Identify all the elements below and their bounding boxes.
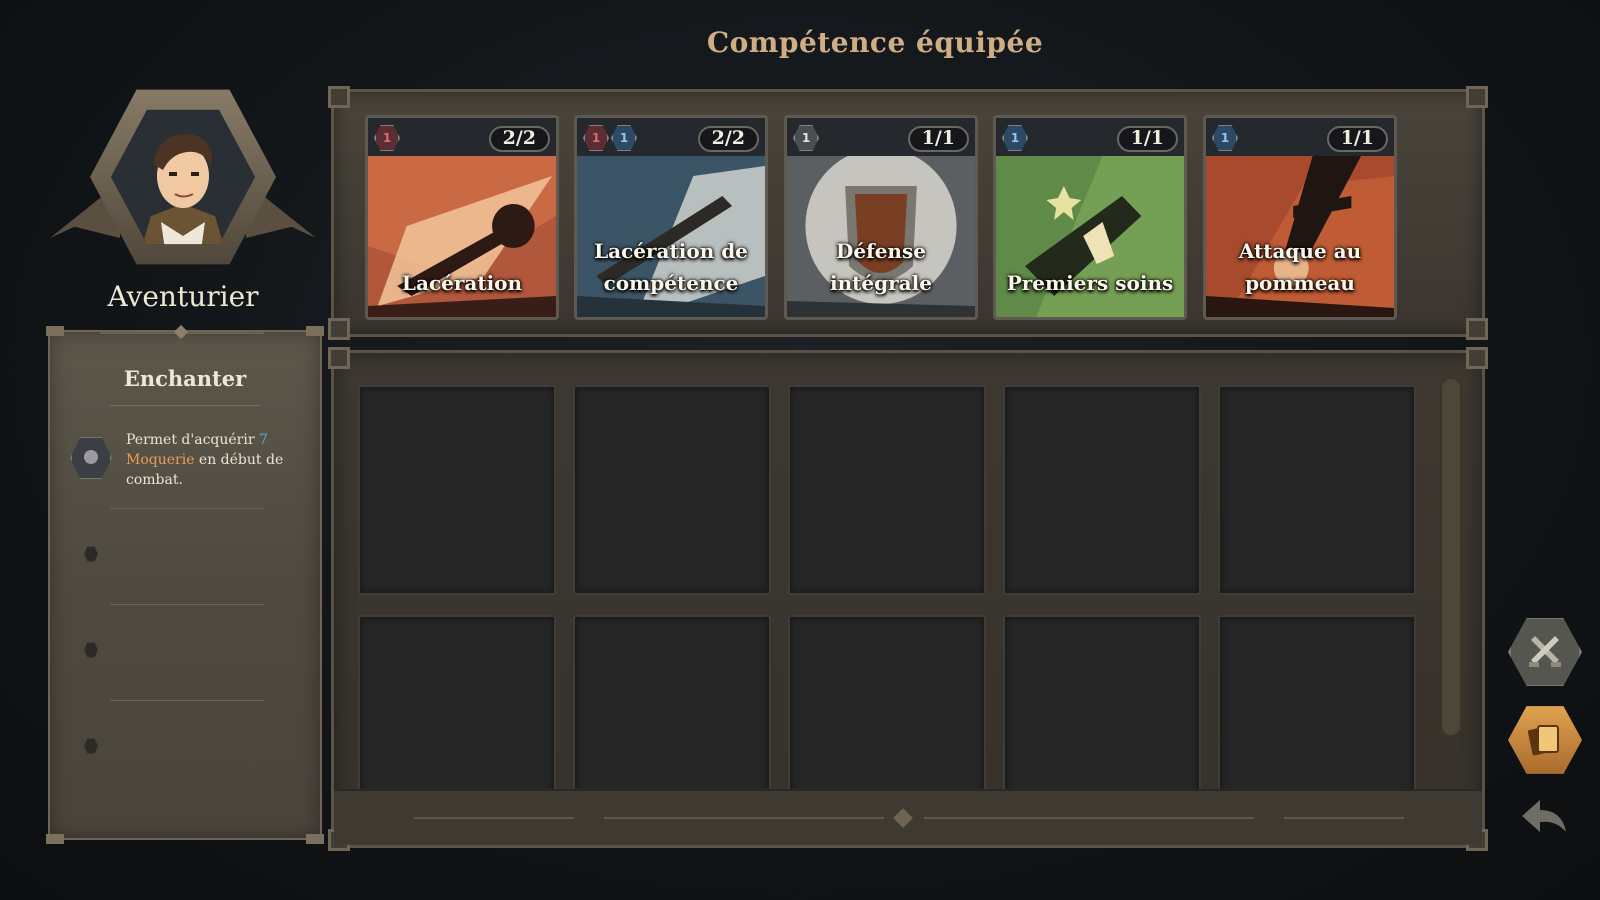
empty-card-slot[interactable] bbox=[788, 385, 986, 595]
character-portrait bbox=[48, 82, 318, 277]
mask-icon[interactable] bbox=[70, 436, 112, 480]
character-name: Aventurier bbox=[107, 280, 259, 313]
card-count: 2/2 bbox=[697, 126, 759, 152]
equipped-skills-panel: 1 2/2 Lacération 1 1 2/2 Lacération de c… bbox=[328, 86, 1488, 340]
skill-card[interactable]: 1 1 2/2 Lacération de compétence bbox=[574, 115, 768, 320]
divider bbox=[1284, 817, 1404, 819]
divider bbox=[604, 817, 884, 819]
empty-trait-slot[interactable] bbox=[84, 642, 98, 658]
card-count: 1/1 bbox=[907, 126, 969, 152]
back-arrow-icon bbox=[1522, 800, 1566, 832]
panel-corner bbox=[306, 326, 324, 336]
divider bbox=[110, 700, 264, 701]
card-deck-button[interactable] bbox=[1508, 706, 1582, 774]
skill-card[interactable]: 1 2/2 Lacération bbox=[365, 115, 559, 320]
panel-corner bbox=[1466, 318, 1488, 340]
trait-title: Enchanter bbox=[123, 366, 247, 391]
skill-card[interactable]: 1 1/1 Premiers soins bbox=[993, 115, 1187, 320]
trait-count: 7 bbox=[258, 432, 268, 448]
divider bbox=[110, 508, 264, 509]
panel-corner bbox=[46, 326, 64, 336]
panel-corner bbox=[328, 347, 350, 369]
trait-text-before: Permet d'acquérir bbox=[126, 432, 259, 448]
card-name: Attaque au pommeau bbox=[1238, 239, 1362, 295]
inventory-scrollbar[interactable] bbox=[1440, 377, 1462, 737]
divider bbox=[414, 817, 574, 819]
panel-corner bbox=[1466, 86, 1488, 108]
card-count: 1/1 bbox=[1326, 126, 1388, 152]
footer-ornament bbox=[893, 808, 913, 828]
empty-trait-slot[interactable] bbox=[84, 738, 98, 754]
panel-corner bbox=[328, 318, 350, 340]
trait-panel: Enchanter Permet d'acquérir 7 Moquerie e… bbox=[46, 326, 324, 844]
panel-corner bbox=[328, 86, 350, 108]
trait-description: Permet d'acquérir 7 Moquerie en début de… bbox=[126, 430, 310, 490]
skill-inventory-panel bbox=[328, 347, 1488, 851]
card-name: Lacération bbox=[401, 271, 523, 295]
crossed-swords-icon bbox=[1529, 636, 1561, 667]
panel-corner bbox=[1466, 347, 1488, 369]
empty-card-slot[interactable] bbox=[1003, 385, 1201, 595]
empty-card-slot[interactable] bbox=[1218, 385, 1416, 595]
skill-card[interactable]: 1 1/1 Attaque au pommeau bbox=[1203, 115, 1397, 320]
trait-keyword[interactable]: Moquerie bbox=[126, 452, 194, 468]
empty-card-slot[interactable] bbox=[573, 385, 771, 595]
card-name: Défense intégrale bbox=[830, 239, 932, 295]
page-title: Compétence équipée bbox=[706, 26, 1044, 59]
card-count: 2/2 bbox=[488, 126, 550, 152]
back-button[interactable] bbox=[1518, 796, 1570, 840]
divider bbox=[924, 817, 1254, 819]
card-name: Lacération de compétence bbox=[594, 239, 748, 295]
card-deck-icon bbox=[1527, 725, 1559, 756]
empty-trait-slot[interactable] bbox=[84, 546, 98, 562]
card-name: Premiers soins bbox=[1006, 271, 1174, 295]
card-count: 1/1 bbox=[1116, 126, 1178, 152]
divider bbox=[110, 405, 260, 406]
skill-card[interactable]: 1 1/1 Défense intégrale bbox=[784, 115, 978, 320]
panel-corner bbox=[306, 834, 324, 844]
panel-corner bbox=[46, 834, 64, 844]
divider bbox=[110, 604, 264, 605]
crossed-swords-button[interactable] bbox=[1508, 618, 1582, 686]
empty-card-slot[interactable] bbox=[358, 385, 556, 595]
inventory-footer bbox=[334, 789, 1482, 845]
